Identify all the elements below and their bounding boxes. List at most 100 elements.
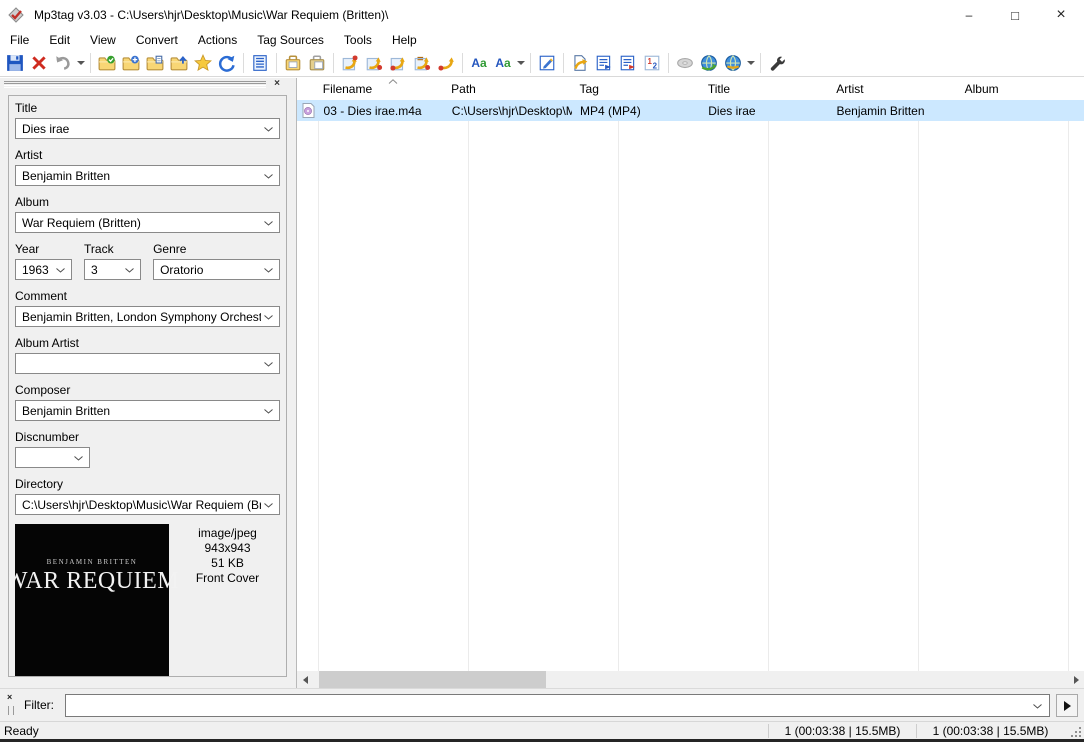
menu-convert[interactable]: Convert: [126, 31, 188, 49]
edit-pencil-icon: [538, 54, 556, 72]
scroll-right-button[interactable]: [1068, 671, 1084, 688]
filter-input[interactable]: [68, 696, 1026, 715]
change-directory-button[interactable]: [95, 51, 119, 75]
directory-input[interactable]: C:\Users\hjr\Desktop\Music\War Requiem (…: [15, 494, 280, 515]
refresh-button[interactable]: [215, 51, 239, 75]
undo-button[interactable]: [51, 51, 75, 75]
artist-input[interactable]: Benjamin Britten: [15, 165, 280, 186]
menu-edit[interactable]: Edit: [39, 31, 80, 49]
composer-label: Composer: [15, 383, 280, 397]
convert-filename-tag-button[interactable]: [362, 51, 386, 75]
grip-dots-icon: [1079, 727, 1081, 729]
menu-view[interactable]: View: [80, 31, 126, 49]
header-path[interactable]: Path: [443, 78, 571, 100]
remove-tag-button[interactable]: [27, 51, 51, 75]
paste-tag-button[interactable]: [305, 51, 329, 75]
composer-input[interactable]: Benjamin Britten: [15, 400, 280, 421]
filter-apply-button[interactable]: [1056, 694, 1078, 717]
convert-tag-filename-icon: [341, 54, 359, 72]
horizontal-scrollbar[interactable]: [297, 671, 1084, 688]
album-artist-input[interactable]: [15, 353, 280, 374]
scroll-left-button[interactable]: [297, 671, 314, 688]
favorite-directory-button[interactable]: [191, 51, 215, 75]
chevron-down-icon: [125, 268, 134, 273]
cover-artist-text: BENJAMIN BRITTEN: [47, 558, 138, 566]
filter-grip[interactable]: [8, 706, 14, 715]
playlist-all-button[interactable]: [616, 51, 640, 75]
table-row[interactable]: 03 - Dies irae.m4a C:\Users\hjr\Desktop\…: [297, 100, 1084, 121]
comment-input[interactable]: Benjamin Britten, London Symphony Orches…: [15, 306, 280, 327]
toolbar-separator: [333, 53, 334, 73]
chevron-down-icon: [264, 127, 273, 132]
chevron-down-icon[interactable]: [1033, 704, 1042, 709]
scrollbar-thumb[interactable]: [319, 671, 546, 688]
mp3tag-window: Mp3tag v3.03 - C:\Users\hjr\Desktop\Musi…: [0, 0, 1084, 742]
tag-panel-close-button[interactable]: ×: [270, 78, 284, 91]
resize-grip[interactable]: [1064, 722, 1084, 740]
add-directory-button[interactable]: [119, 51, 143, 75]
undo-dropdown[interactable]: [75, 51, 86, 75]
websources-dropdown[interactable]: [745, 51, 756, 75]
mp3tag-app-icon: [8, 7, 26, 23]
save-icon: [6, 54, 24, 72]
title-input[interactable]: Dies irae: [15, 118, 280, 139]
edit-tag-button[interactable]: [535, 51, 559, 75]
artist-label: Artist: [15, 148, 280, 162]
track-input[interactable]: 3: [84, 259, 141, 280]
header-icon-column[interactable]: [297, 78, 315, 100]
cell-artist: Benjamin Britten: [828, 100, 956, 121]
extended-tags-button[interactable]: [248, 51, 272, 75]
websources-button[interactable]: [721, 51, 745, 75]
cd-disc-icon: [676, 54, 694, 72]
playlist-all-icon: [619, 54, 637, 72]
menu-help[interactable]: Help: [382, 31, 427, 49]
options-button[interactable]: [765, 51, 789, 75]
header-filename[interactable]: Filename: [315, 78, 443, 100]
year-input[interactable]: 1963: [15, 259, 72, 280]
filter-bar: × Filter:: [0, 688, 1084, 721]
actions-button[interactable]: Aa: [467, 51, 491, 75]
convert-filename-filename-button[interactable]: [386, 51, 410, 75]
export-button[interactable]: [568, 51, 592, 75]
album-input[interactable]: War Requiem (Britten): [15, 212, 280, 233]
tag-panel: × Title Dies irae Artist Benjamin Britte…: [0, 78, 296, 688]
close-button[interactable]: ×: [1038, 0, 1084, 30]
minimize-button[interactable]: –: [946, 0, 992, 30]
save-tag-button[interactable]: [3, 51, 27, 75]
filter-close-button[interactable]: ×: [7, 692, 12, 702]
convert-tag-filename-button[interactable]: [338, 51, 362, 75]
convert-tag-tag-button[interactable]: [434, 51, 458, 75]
parent-directory-button[interactable]: [167, 51, 191, 75]
chevron-down-icon: [264, 268, 273, 273]
header-tag[interactable]: Tag: [572, 78, 700, 100]
copy-tag-button[interactable]: [281, 51, 305, 75]
menu-file[interactable]: File: [0, 31, 39, 49]
tag-panel-grabber[interactable]: [4, 81, 266, 88]
genre-input[interactable]: Oratorio: [153, 259, 280, 280]
actions-dropdown[interactable]: [515, 51, 526, 75]
menu-tag-sources[interactable]: Tag Sources: [247, 31, 334, 49]
artwork-mime: image/jpeg: [175, 526, 280, 541]
maximize-button[interactable]: □: [992, 0, 1038, 30]
header-album[interactable]: Album: [957, 78, 1084, 100]
title-label: Title: [15, 101, 280, 115]
cover-title-text: WAR REQUIEM: [8, 568, 179, 595]
album-cover[interactable]: BENJAMIN BRITTEN WAR REQUIEM: [15, 524, 169, 676]
cd-info-button[interactable]: [673, 51, 697, 75]
composer-field: Composer Benjamin Britten: [15, 383, 280, 421]
convert-textfile-tag-button[interactable]: [410, 51, 434, 75]
discnumber-input[interactable]: [15, 447, 90, 468]
header-title[interactable]: Title: [700, 78, 828, 100]
file-list: Filename Path Tag Title Artist Album: [296, 78, 1084, 688]
filter-label: Filter:: [24, 698, 54, 712]
album-artist-field: Album Artist: [15, 336, 280, 374]
actions-quick-button[interactable]: Aa: [491, 51, 515, 75]
menu-actions[interactable]: Actions: [188, 31, 247, 49]
header-artist[interactable]: Artist: [828, 78, 956, 100]
playlist-export-button[interactable]: [592, 51, 616, 75]
wrench-icon: [768, 54, 786, 72]
menu-tools[interactable]: Tools: [334, 31, 382, 49]
playlist-directory-button[interactable]: [143, 51, 167, 75]
autonumbering-wizard-button[interactable]: 1 2: [640, 51, 664, 75]
websource-button[interactable]: [697, 51, 721, 75]
